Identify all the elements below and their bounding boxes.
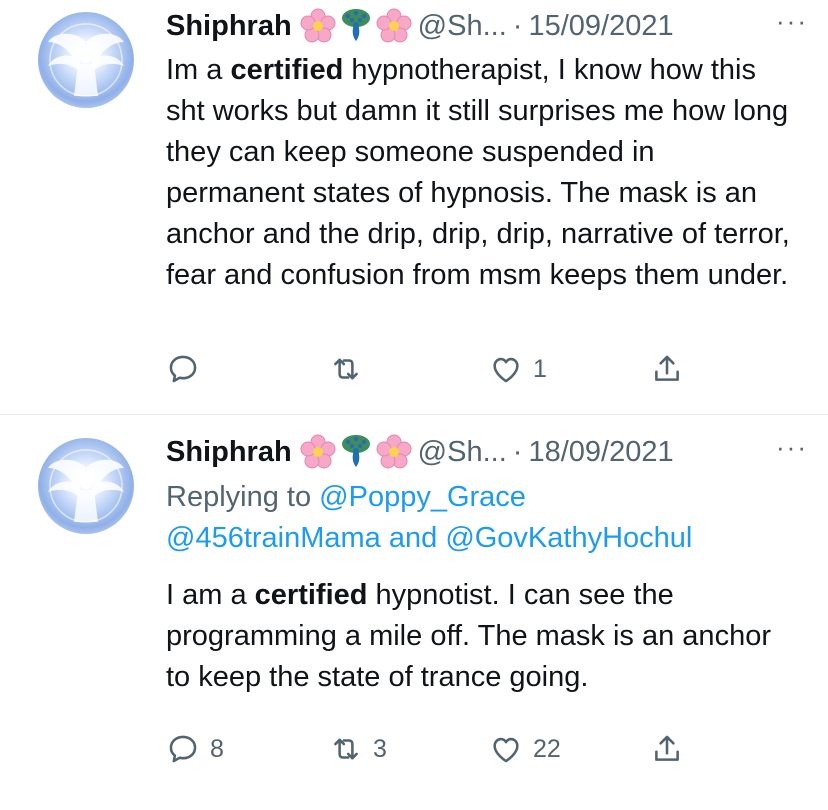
display-name[interactable]: Shiphrah	[166, 436, 292, 469]
retweet-icon	[334, 738, 358, 760]
retweet-button[interactable]: 3	[329, 732, 387, 766]
tweet-text: Im a certified hypnotherapist, I know ho…	[166, 50, 798, 296]
tweet-actions: 1	[166, 352, 706, 392]
avatar[interactable]	[38, 12, 134, 108]
mention-link[interactable]: @456trainMama	[166, 522, 381, 554]
angel-avatar-icon	[48, 449, 124, 523]
like-button[interactable]: 22	[489, 732, 561, 766]
handle[interactable]: @Sh...	[418, 10, 507, 43]
retweet-icon	[334, 358, 358, 380]
cherry-blossom-icon	[376, 8, 412, 43]
more-options-icon[interactable]: ···	[776, 432, 808, 463]
text-part: Im a	[166, 54, 231, 86]
like-count: 1	[533, 354, 547, 383]
separator-dot: ·	[512, 435, 523, 468]
share-button[interactable]	[650, 732, 684, 766]
retweet-count: 3	[373, 734, 387, 763]
tweet-text: I am a certified hypnotist. I can see th…	[166, 575, 798, 698]
reply-count: 8	[210, 734, 224, 763]
handle[interactable]: @Sh...	[418, 436, 507, 469]
reply-button[interactable]: 8	[166, 732, 224, 766]
peacock-icon	[341, 9, 370, 41]
reply-icon	[169, 355, 197, 383]
tweet[interactable]: Shiphrah @Sh	[0, 0, 828, 415]
replying-to: Replying to @Poppy_Grace @456trainMama an…	[166, 477, 798, 559]
reply-button[interactable]	[166, 352, 210, 386]
text-part: hypnotherapist, I know how this sht work…	[166, 54, 790, 291]
separator-dot: ·	[512, 9, 523, 42]
like-count: 22	[533, 734, 561, 763]
display-name[interactable]: Shiphrah	[166, 10, 292, 43]
name-emojis	[300, 434, 412, 470]
cherry-blossom-icon	[300, 434, 336, 469]
angel-avatar-icon	[48, 23, 124, 97]
cherry-blossom-icon	[376, 434, 412, 469]
tweet-date[interactable]: 15/09/2021	[528, 10, 673, 43]
avatar[interactable]	[38, 438, 134, 534]
replying-to-label: Replying to	[166, 481, 320, 513]
retweet-button[interactable]	[329, 352, 373, 386]
reply-icon	[169, 735, 197, 763]
tweet-actions: 8 3 22	[166, 732, 706, 772]
text-bold-part: certified	[230, 54, 344, 86]
replying-and: and	[380, 522, 446, 554]
peacock-icon	[341, 435, 370, 467]
tweet-date[interactable]: 18/09/2021	[528, 436, 673, 469]
mention-link[interactable]: @GovKathyHochul	[445, 522, 692, 554]
tweet-header: Shiphrah @Sh	[166, 432, 808, 472]
like-button[interactable]: 1	[489, 352, 547, 386]
mention-link[interactable]: @Poppy_Grace	[319, 481, 526, 513]
tweet[interactable]: Shiphrah @Sh	[0, 415, 828, 810]
cherry-blossom-icon	[300, 8, 336, 43]
like-icon	[493, 737, 519, 763]
tweet-header: Shiphrah @Sh	[166, 6, 808, 46]
like-icon	[493, 357, 519, 383]
share-icon	[655, 735, 679, 761]
share-icon	[655, 355, 679, 381]
share-button[interactable]	[650, 352, 684, 386]
name-emojis	[300, 8, 412, 44]
text-part: I am a	[166, 579, 255, 611]
more-options-icon[interactable]: ···	[776, 6, 808, 37]
text-bold-part: certified	[254, 579, 368, 611]
